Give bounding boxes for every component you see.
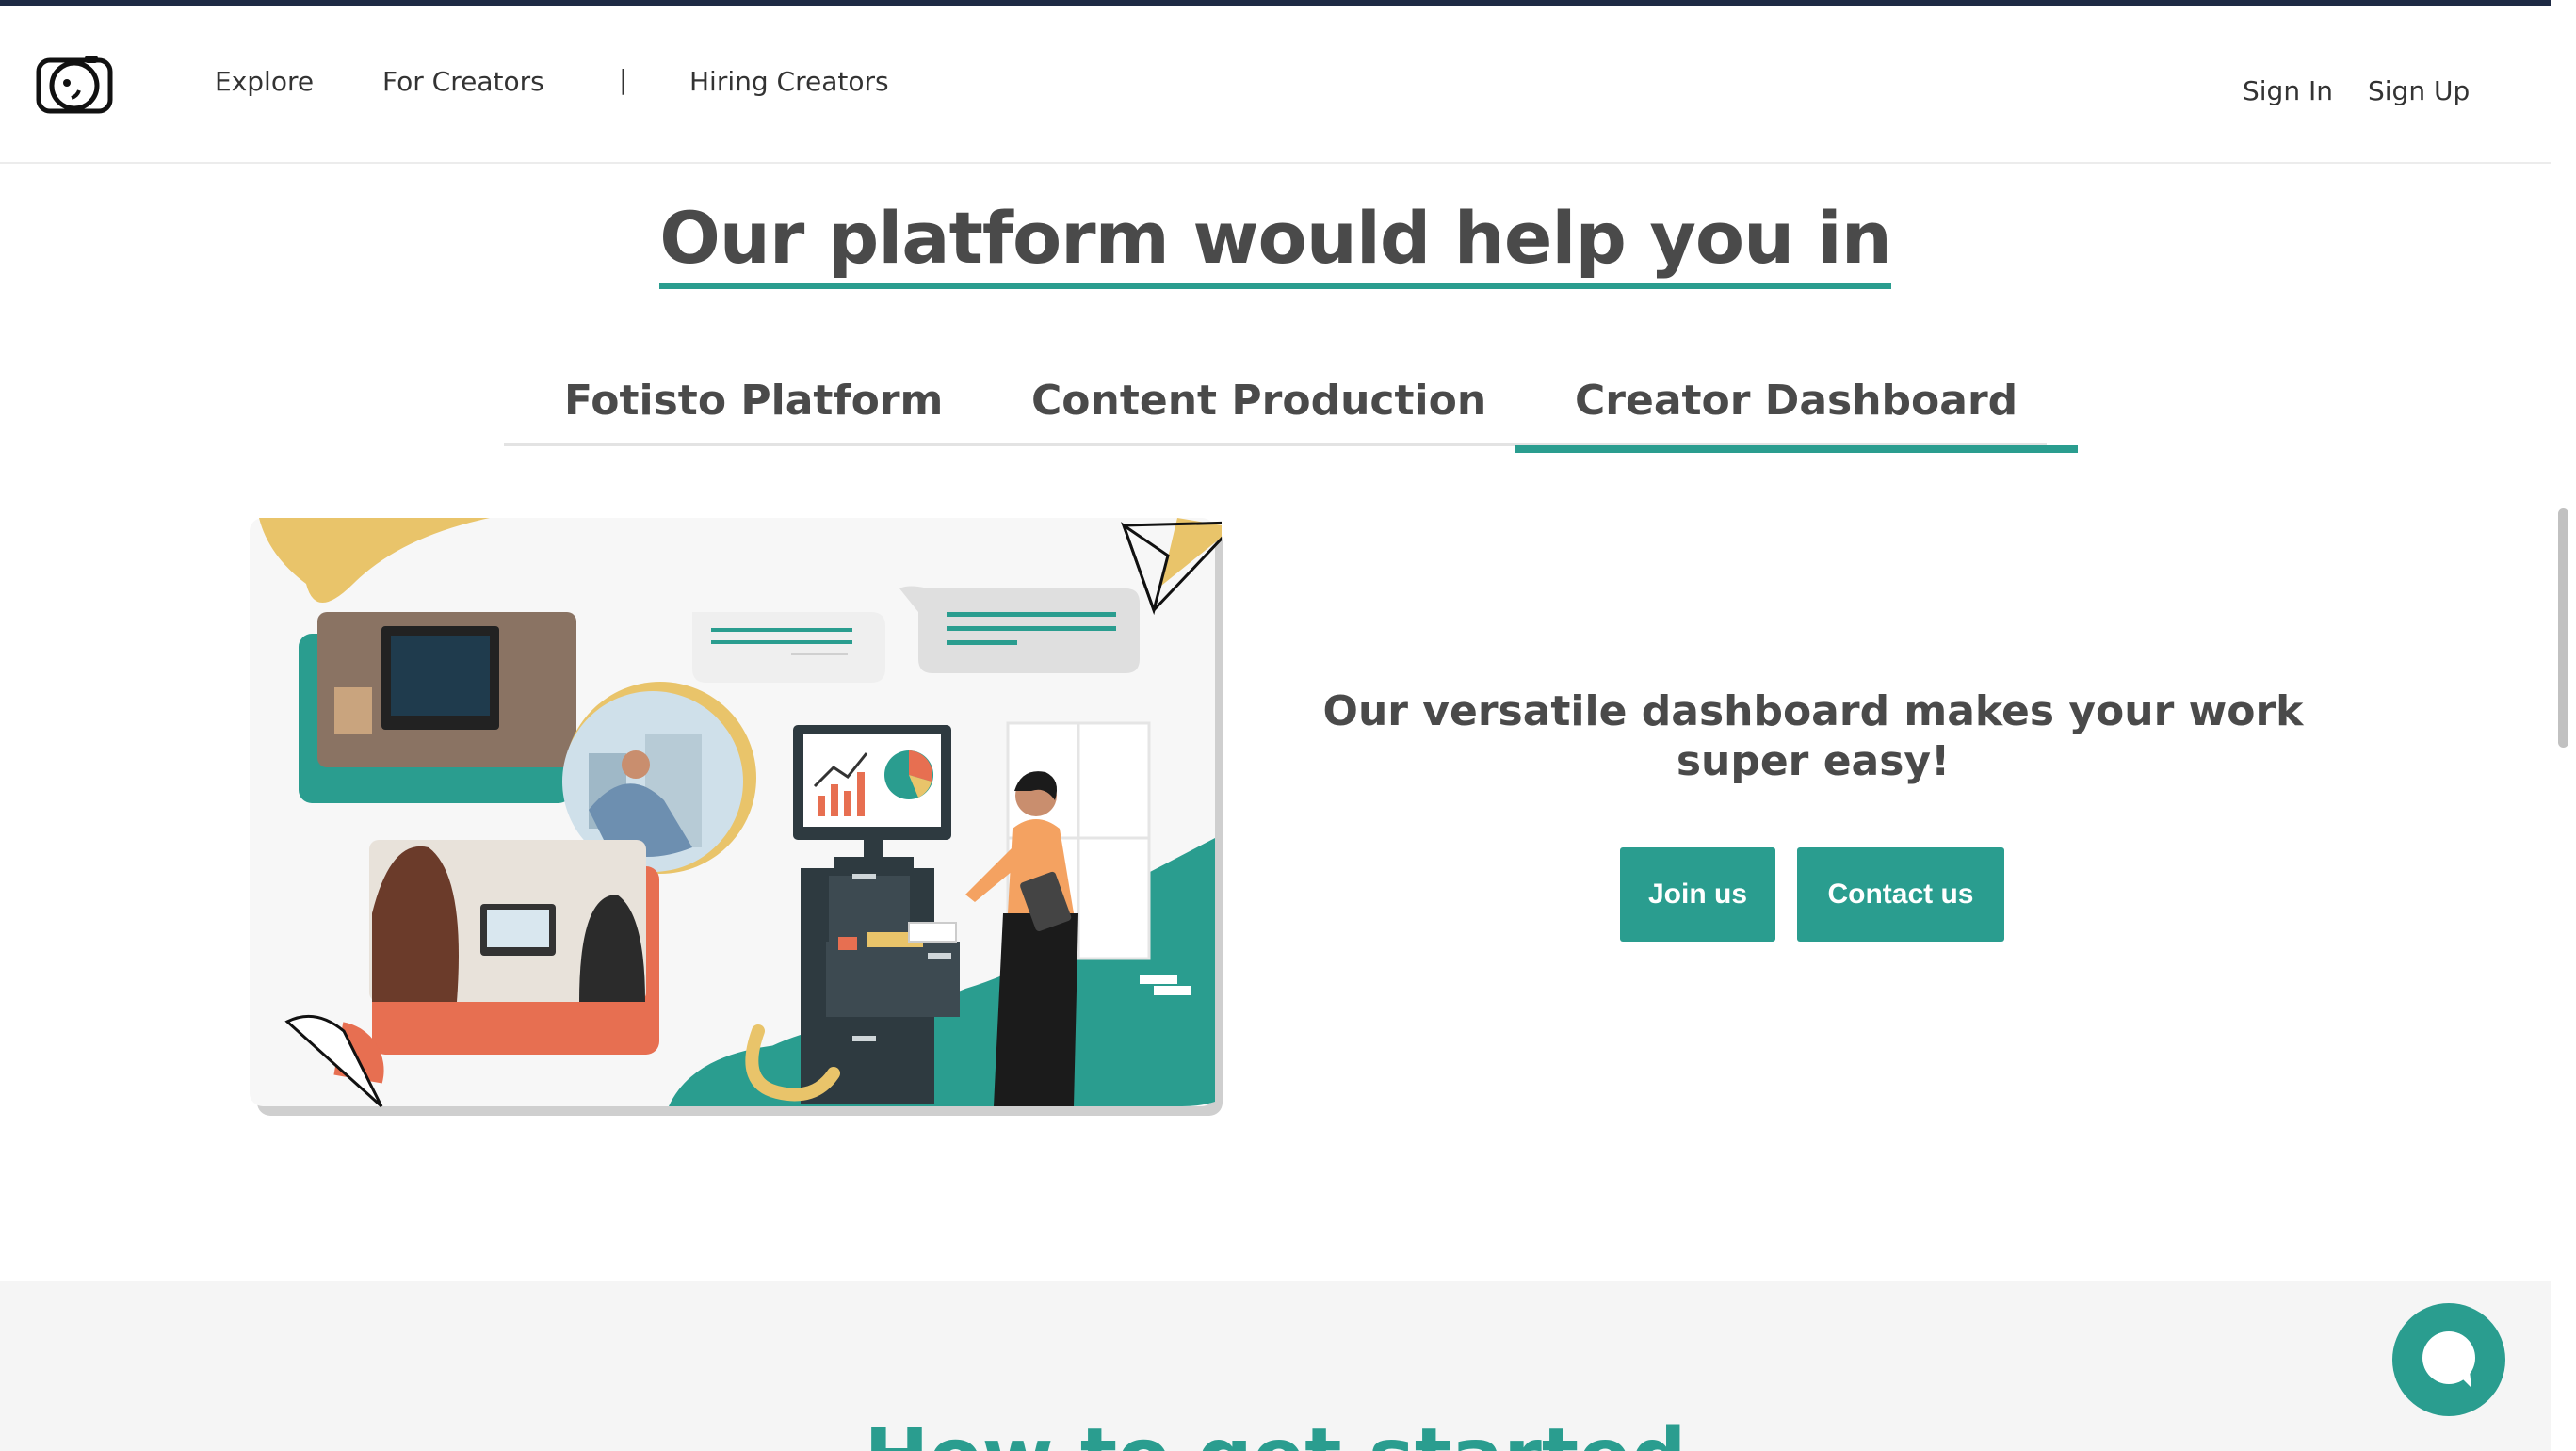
contact-us-button[interactable]: Contact us — [1797, 847, 2004, 942]
dashboard-illustration — [250, 518, 1222, 1113]
tab-content-production[interactable]: Content Production — [1031, 377, 1486, 425]
section-title-text: Our platform would help you in — [659, 196, 1892, 289]
section-title: Our platform would help you in — [0, 196, 2551, 289]
scrollbar-thumb[interactable] — [2558, 508, 2568, 748]
feature-tabs: Fotisto Platform Content Production Crea… — [504, 367, 2079, 453]
sign-in-link[interactable]: Sign In — [2243, 75, 2333, 106]
how-to-get-started-section: How to get started — [0, 1281, 2551, 1451]
site-header: Explore For Creators | Hiring Creators S… — [0, 6, 2551, 164]
nav-separator: | — [619, 64, 628, 95]
join-us-button[interactable]: Join us — [1620, 847, 1775, 942]
promo-text: Our versatile dashboard makes your work … — [1322, 687, 2304, 785]
illustration-art — [259, 518, 1222, 1108]
tab-fotisto-platform[interactable]: Fotisto Platform — [564, 377, 943, 425]
chat-bubble-icon — [2422, 1331, 2475, 1388]
tab-creator-dashboard[interactable]: Creator Dashboard — [1514, 377, 2079, 453]
page-scrollbar[interactable] — [2551, 0, 2576, 1451]
nav-for-creators[interactable]: For Creators — [382, 66, 544, 97]
lower-section-title: How to get started — [0, 1412, 2551, 1451]
nav-hiring-creators[interactable]: Hiring Creators — [689, 66, 889, 97]
camera-logo-icon[interactable] — [36, 51, 113, 117]
nav-explore[interactable]: Explore — [215, 66, 314, 97]
sign-up-link[interactable]: Sign Up — [2368, 75, 2470, 106]
chat-widget-button[interactable] — [2392, 1303, 2505, 1416]
